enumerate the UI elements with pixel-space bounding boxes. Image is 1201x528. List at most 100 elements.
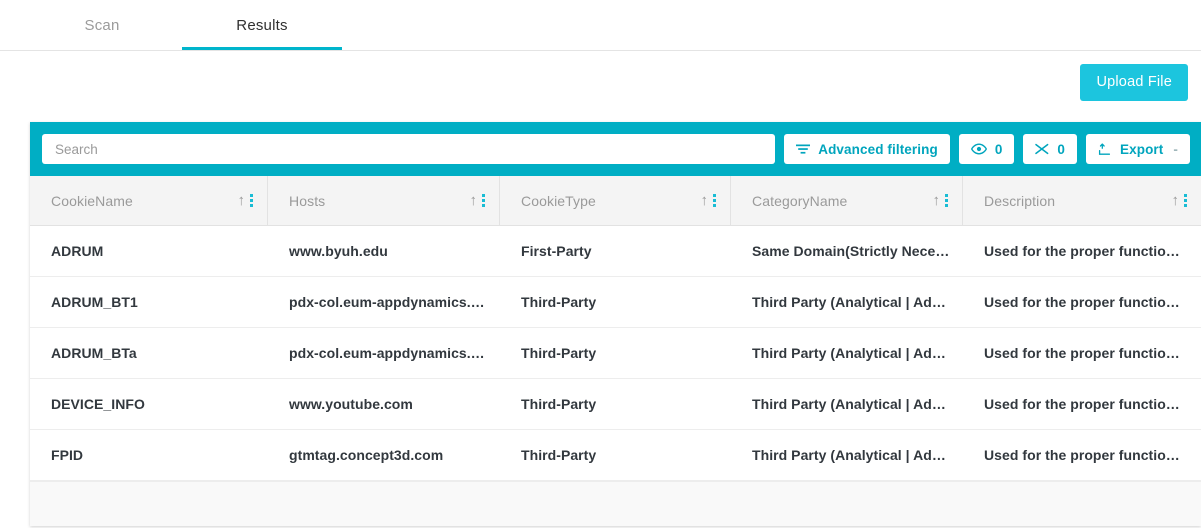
cell-text: First-Party [521, 243, 592, 259]
cell-cookietype: Third-Party [500, 379, 731, 429]
cell-text: pdx-col.eum-appdynamics.… [289, 345, 485, 361]
advanced-filtering-label: Advanced filtering [818, 141, 938, 157]
cell-text: ADRUM_BT1 [51, 294, 138, 310]
cell-text: Third-Party [521, 447, 597, 463]
cell-text: Third Party (Analytical | Adv… [752, 396, 951, 412]
cell-text: www.youtube.com [289, 396, 413, 412]
visible-columns-button[interactable]: 0 [958, 134, 1015, 164]
cell-categoryname: Third Party (Analytical | Adv… [731, 277, 963, 327]
cell-text: www.byuh.edu [289, 243, 388, 259]
kebab-menu-icon[interactable] [713, 194, 718, 207]
cell-cookietype: Third-Party [500, 277, 731, 327]
cell-cookiename: ADRUM_BTa [30, 328, 268, 378]
cell-cookiename: FPID [30, 430, 268, 480]
sort-arrow-up-icon[interactable]: ↑ [470, 193, 478, 208]
cell-cookiename: ADRUM_BT1 [30, 277, 268, 327]
cell-text: Used for the proper functio… [984, 243, 1180, 259]
cell-description: Used for the proper functio… [963, 430, 1201, 480]
tab-results-label: Results [236, 16, 288, 34]
filter-icon [796, 143, 811, 155]
tab-results[interactable]: Results [182, 0, 342, 50]
cell-hosts: gtmtag.concept3d.com [268, 430, 500, 480]
cell-text: DEVICE_INFO [51, 396, 145, 412]
column-header-categoryname[interactable]: CategoryName ↑ [731, 176, 963, 225]
cell-text: Third-Party [521, 294, 597, 310]
cell-categoryname: Third Party (Analytical | Adv… [731, 430, 963, 480]
column-header-description[interactable]: Description ↑ [963, 176, 1201, 225]
tab-scan-label: Scan [84, 16, 120, 34]
cell-cookietype: Third-Party [500, 430, 731, 480]
hidden-columns-button[interactable]: 0 [1023, 134, 1078, 164]
cell-cookietype: Third-Party [500, 328, 731, 378]
tab-bar: Scan Results [0, 0, 1201, 51]
column-header-label: CategoryName [752, 192, 848, 209]
column-header-cookietype[interactable]: CookieType ↑ [500, 176, 731, 225]
table-row[interactable]: ADRUM_BTa pdx-col.eum-appdynamics.… Thir… [30, 328, 1201, 379]
column-header-hosts[interactable]: Hosts ↑ [268, 176, 500, 225]
eye-icon [970, 143, 987, 155]
tab-scan[interactable]: Scan [22, 0, 182, 50]
table-row[interactable]: ADRUM_BT1 pdx-col.eum-appdynamics.… Thir… [30, 277, 1201, 328]
sort-arrow-up-icon[interactable]: ↑ [701, 193, 709, 208]
cell-text: Used for the proper functio… [984, 345, 1180, 361]
hidden-columns-count: 0 [1057, 141, 1066, 157]
cell-text: Same Domain(Strictly Nece… [752, 243, 950, 259]
cell-hosts: pdx-col.eum-appdynamics.… [268, 328, 500, 378]
upload-file-button[interactable]: Upload File [1080, 63, 1188, 101]
export-button[interactable]: Export - [1086, 134, 1190, 164]
kebab-menu-icon[interactable] [945, 194, 950, 207]
export-label: Export [1120, 141, 1164, 157]
cell-text: Used for the proper functio… [984, 447, 1180, 463]
grid-header-row: CookieName ↑ Hosts ↑ CookieType ↑ Catego… [30, 176, 1201, 226]
column-header-label: CookieType [521, 192, 596, 209]
search-input[interactable] [42, 134, 776, 164]
table-row[interactable]: FPID gtmtag.concept3d.com Third-Party Th… [30, 430, 1201, 481]
cell-text: Used for the proper functio… [984, 294, 1180, 310]
cell-categoryname: Same Domain(Strictly Nece… [731, 226, 963, 276]
cell-text: Used for the proper functio… [984, 396, 1180, 412]
table-row[interactable]: ADRUM www.byuh.edu First-Party Same Doma… [30, 226, 1201, 277]
sort-arrow-up-icon[interactable]: ↑ [1172, 193, 1180, 208]
grid-footer [30, 481, 1201, 526]
cell-cookiename: ADRUM [30, 226, 268, 276]
cell-description: Used for the proper functio… [963, 226, 1201, 276]
export-upload-icon [1098, 142, 1112, 156]
column-header-label: Description [984, 192, 1056, 209]
shuffle-icon [1035, 143, 1049, 155]
cell-hosts: pdx-col.eum-appdynamics.… [268, 277, 500, 327]
cell-hosts: www.youtube.com [268, 379, 500, 429]
cell-text: Third Party (Analytical | Adv… [752, 294, 951, 310]
cell-text: Third Party (Analytical | Adv… [752, 345, 951, 361]
cell-text: FPID [51, 447, 84, 463]
cell-text: Third-Party [521, 396, 597, 412]
kebab-menu-icon[interactable] [250, 194, 255, 207]
cell-hosts: www.byuh.edu [268, 226, 500, 276]
cell-text: gtmtag.concept3d.com [289, 447, 444, 463]
page-action-bar: Upload File [0, 51, 1201, 113]
sort-arrow-up-icon[interactable]: ↑ [238, 193, 246, 208]
cell-text: Third-Party [521, 345, 597, 361]
cell-categoryname: Third Party (Analytical | Adv… [731, 379, 963, 429]
advanced-filtering-button[interactable]: Advanced filtering [784, 134, 950, 164]
grid-toolbar: Advanced filtering 0 0 [30, 122, 1201, 176]
chevron-down-icon[interactable]: - [1173, 142, 1178, 157]
sort-arrow-up-icon[interactable]: ↑ [933, 193, 941, 208]
cell-description: Used for the proper functio… [963, 379, 1201, 429]
cell-text: Third Party (Analytical | Adv… [752, 447, 951, 463]
cell-description: Used for the proper functio… [963, 277, 1201, 327]
cell-text: pdx-col.eum-appdynamics.… [289, 294, 485, 310]
kebab-menu-icon[interactable] [1184, 194, 1189, 207]
cell-cookiename: DEVICE_INFO [30, 379, 268, 429]
cell-cookietype: First-Party [500, 226, 731, 276]
column-header-cookiename[interactable]: CookieName ↑ [30, 176, 268, 225]
cell-description: Used for the proper functio… [963, 328, 1201, 378]
cell-categoryname: Third Party (Analytical | Adv… [731, 328, 963, 378]
results-data-grid: Advanced filtering 0 0 [30, 122, 1201, 526]
column-header-label: CookieName [51, 192, 133, 209]
kebab-menu-icon[interactable] [482, 194, 487, 207]
column-header-label: Hosts [289, 192, 326, 209]
visible-columns-count: 0 [994, 141, 1003, 157]
cell-text: ADRUM [51, 243, 104, 259]
table-row[interactable]: DEVICE_INFO www.youtube.com Third-Party … [30, 379, 1201, 430]
cell-text: ADRUM_BTa [51, 345, 137, 361]
